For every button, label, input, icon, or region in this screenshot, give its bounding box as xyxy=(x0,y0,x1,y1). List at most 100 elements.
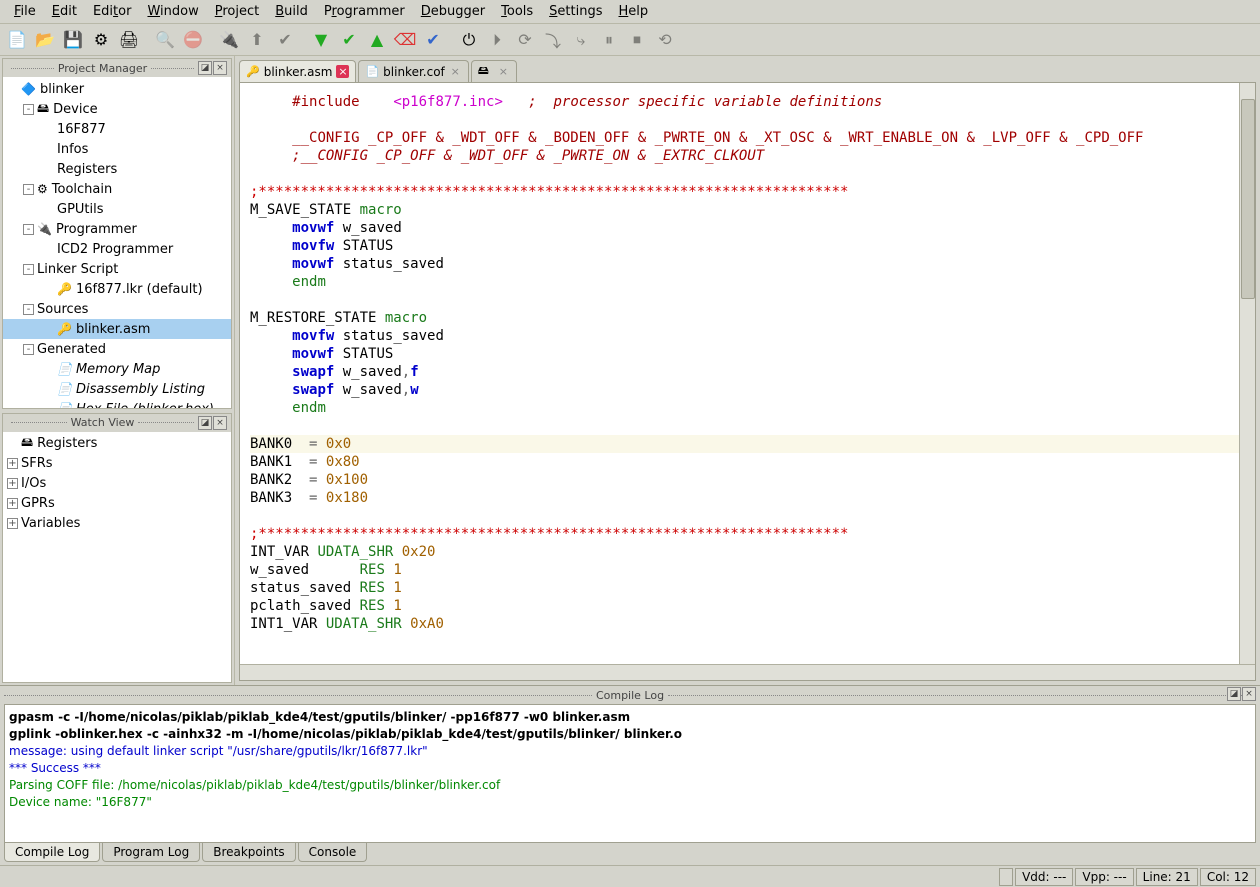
log-undock-icon[interactable]: ◪ xyxy=(1227,687,1241,701)
tree-toggle-icon[interactable]: - xyxy=(23,344,34,355)
restart-icon[interactable]: ⟲ xyxy=(652,27,678,53)
menu-settings[interactable]: Settings xyxy=(541,1,610,22)
tree-node-label: Disassembly Listing xyxy=(76,382,205,397)
tree-item-programmer[interactable]: -🔌Programmer xyxy=(3,219,231,239)
tree-item-registers[interactable]: 🖴Registers xyxy=(3,434,231,454)
tree-item-blinker[interactable]: 🔷blinker xyxy=(3,79,231,99)
program-icon[interactable]: ⬆ xyxy=(244,27,270,53)
menu-project[interactable]: Project xyxy=(207,1,268,22)
tree-toggle-icon[interactable]: + xyxy=(7,478,18,489)
wv-undock-icon[interactable]: ◪ xyxy=(198,416,212,430)
tree-toggle-icon[interactable]: - xyxy=(23,104,34,115)
log-tab-breakpoints[interactable]: Breakpoints xyxy=(202,843,295,862)
log-tab-compile-log[interactable]: Compile Log xyxy=(4,843,100,862)
status-line: Line: 21 xyxy=(1136,868,1198,886)
verify-icon[interactable]: ✔ xyxy=(272,27,298,53)
project-tree[interactable]: 🔷blinker-🖴Device16F877InfosRegisters-⚙To… xyxy=(3,77,231,408)
tree-item-hex-file-blinker-hex-[interactable]: 📄Hex File (blinker.hex) xyxy=(3,399,231,408)
step-over-icon[interactable]: ⤵ xyxy=(540,27,566,53)
tree-item-blinker-asm[interactable]: 🔑blinker.asm xyxy=(3,319,231,339)
pause-icon[interactable]: ⏸ xyxy=(596,27,622,53)
menubar[interactable]: File Edit Editor Window Project Build Pr… xyxy=(0,0,1260,24)
menu-debugger[interactable]: Debugger xyxy=(413,1,493,22)
tree-toggle-icon[interactable]: - xyxy=(23,304,34,315)
editor-tabs[interactable]: 🔑blinker.asm×📄blinker.cof×🖴× xyxy=(235,56,1260,82)
pm-undock-icon[interactable]: ◪ xyxy=(198,61,212,75)
step-into-icon[interactable]: ⤷ xyxy=(568,27,594,53)
watch-tree[interactable]: 🖴Registers+SFRs+I/Os+GPRs+Variables xyxy=(3,432,231,682)
settings-icon[interactable]: ⚙ xyxy=(88,27,114,53)
tab-blinker-cof[interactable]: 📄blinker.cof× xyxy=(358,60,468,82)
tree-item-gprs[interactable]: +GPRs xyxy=(3,494,231,514)
log-tabs[interactable]: Compile LogProgram LogBreakpointsConsole xyxy=(0,843,1260,865)
compile-log-panel: Compile Log ◪ × gpasm -c -I/home/nicolas… xyxy=(0,685,1260,865)
tab-close-icon[interactable]: × xyxy=(497,65,510,78)
tree-item-icd2-programmer[interactable]: ICD2 Programmer xyxy=(3,239,231,259)
tree-toggle-icon[interactable]: + xyxy=(7,498,18,509)
wv-close-icon[interactable]: × xyxy=(213,416,227,430)
build-icon[interactable]: ▼ xyxy=(308,27,334,53)
tree-item-registers[interactable]: Registers xyxy=(3,159,231,179)
log-content[interactable]: gpasm -c -I/home/nicolas/piklab/piklab_k… xyxy=(4,704,1256,843)
compile-icon[interactable]: ✔ xyxy=(336,27,362,53)
tree-item-variables[interactable]: +Variables xyxy=(3,514,231,534)
statusbar: Vdd: --- Vpp: --- Line: 21 Col: 12 xyxy=(0,865,1260,887)
tab-blinker-asm[interactable]: 🔑blinker.asm× xyxy=(239,60,356,82)
pm-close-icon[interactable]: × xyxy=(213,61,227,75)
tree-toggle-icon[interactable]: - xyxy=(23,184,34,195)
log-tab-program-log[interactable]: Program Log xyxy=(102,843,200,862)
tree-toggle-icon[interactable]: - xyxy=(23,224,34,235)
tree-node-icon: 🔑 xyxy=(57,322,72,336)
tree-toggle-icon[interactable]: - xyxy=(23,264,34,275)
editor-hscroll[interactable] xyxy=(240,664,1255,680)
tree-item-memory-map[interactable]: 📄Memory Map xyxy=(3,359,231,379)
tree-item-disassembly-listing[interactable]: 📄Disassembly Listing xyxy=(3,379,231,399)
menu-editor[interactable]: Editor xyxy=(85,1,140,22)
tree-item-infos[interactable]: Infos xyxy=(3,139,231,159)
tab-close-icon[interactable]: × xyxy=(336,65,349,78)
tree-item-gputils[interactable]: GPUtils xyxy=(3,199,231,219)
menu-window[interactable]: Window xyxy=(139,1,206,22)
tree-item-16f877[interactable]: 16F877 xyxy=(3,119,231,139)
find-icon[interactable]: 🔍 xyxy=(152,27,178,53)
tree-item-sources[interactable]: -Sources xyxy=(3,299,231,319)
tree-item-16f877-lkr-default-[interactable]: 🔑16f877.lkr (default) xyxy=(3,279,231,299)
tree-toggle-icon[interactable]: + xyxy=(7,458,18,469)
code-editor[interactable]: #include <p16f877.inc> ; processor speci… xyxy=(239,82,1256,681)
tree-item-device[interactable]: -🖴Device xyxy=(3,99,231,119)
tree-node-label: ICD2 Programmer xyxy=(57,242,173,257)
save-icon[interactable]: 💾 xyxy=(60,27,86,53)
tree-item-toolchain[interactable]: -⚙Toolchain xyxy=(3,179,231,199)
menu-file[interactable]: File xyxy=(6,1,44,22)
tree-item-generated[interactable]: -Generated xyxy=(3,339,231,359)
tree-node-icon: 📄 xyxy=(57,402,72,408)
new-file-icon[interactable]: 📄 xyxy=(4,27,30,53)
open-file-icon[interactable]: 📂 xyxy=(32,27,58,53)
tab-label: blinker.asm xyxy=(264,65,333,79)
tree-toggle-icon[interactable]: + xyxy=(7,518,18,529)
print-icon[interactable]: 🖨 xyxy=(116,27,142,53)
tree-item-i-os[interactable]: +I/Os xyxy=(3,474,231,494)
run-icon[interactable]: ⏵ xyxy=(484,27,510,53)
connect-icon[interactable]: 🔌 xyxy=(216,27,242,53)
verify2-icon[interactable]: ✔ xyxy=(420,27,446,53)
menu-tools[interactable]: Tools xyxy=(493,1,541,22)
stop-icon[interactable]: ⛔ xyxy=(180,27,206,53)
tree-item-linker-script[interactable]: -Linker Script xyxy=(3,259,231,279)
menu-help[interactable]: Help xyxy=(611,1,657,22)
power-icon[interactable]: ⏻ xyxy=(456,27,482,53)
log-close-icon[interactable]: × xyxy=(1242,687,1256,701)
stop2-icon[interactable]: ⏹ xyxy=(624,27,650,53)
tab-close-icon[interactable]: × xyxy=(449,65,462,78)
code-content[interactable]: #include <p16f877.inc> ; processor speci… xyxy=(240,83,1255,643)
editor-vscroll[interactable] xyxy=(1239,83,1255,664)
menu-build[interactable]: Build xyxy=(267,1,316,22)
erase-icon[interactable]: ⌫ xyxy=(392,27,418,53)
reset-icon[interactable]: ⟳ xyxy=(512,27,538,53)
log-tab-console[interactable]: Console xyxy=(298,843,368,862)
menu-programmer[interactable]: Programmer xyxy=(316,1,413,22)
tab--registers-[interactable]: 🖴× xyxy=(471,60,517,82)
upload-icon[interactable]: ▲ xyxy=(364,27,390,53)
menu-edit[interactable]: Edit xyxy=(44,1,85,22)
tree-item-sfrs[interactable]: +SFRs xyxy=(3,454,231,474)
